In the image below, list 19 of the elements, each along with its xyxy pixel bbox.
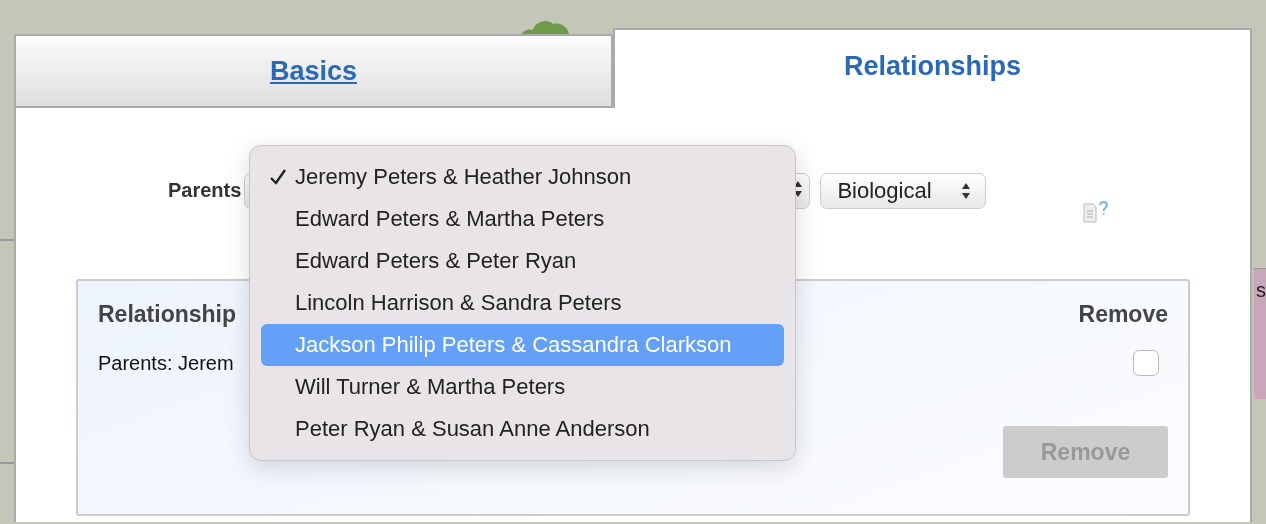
menu-item[interactable]: Peter Ryan & Susan Anne Anderson [261, 408, 784, 450]
remove-checkbox[interactable] [1133, 350, 1159, 376]
tab[interactable]: Relationships [613, 28, 1252, 108]
menu-item[interactable]: Edward Peters & Peter Ryan [261, 240, 784, 282]
checkmark-icon [269, 168, 287, 186]
column-heading: Remove [1078, 301, 1168, 328]
menu-item[interactable]: Edward Peters & Martha Peters [261, 198, 784, 240]
menu-item[interactable]: Lincoln Harrison & Sandra Peters [261, 282, 784, 324]
tab[interactable]: Basics [14, 34, 613, 108]
help-icon[interactable] [1082, 200, 1111, 223]
menu-item[interactable]: Will Turner & Martha Peters [261, 366, 784, 408]
menu-item[interactable]: Jeremy Peters & Heather Johnson [261, 156, 784, 198]
relationship-type-select[interactable]: Biological [820, 172, 987, 209]
column-heading: Relationship [98, 301, 236, 328]
relationship-text: Parents: Jerem [98, 351, 234, 375]
stepper-icon [793, 179, 804, 198]
stepper-icon [961, 181, 972, 200]
parents-label: Parents [168, 179, 242, 202]
background-text: s [1255, 278, 1266, 302]
